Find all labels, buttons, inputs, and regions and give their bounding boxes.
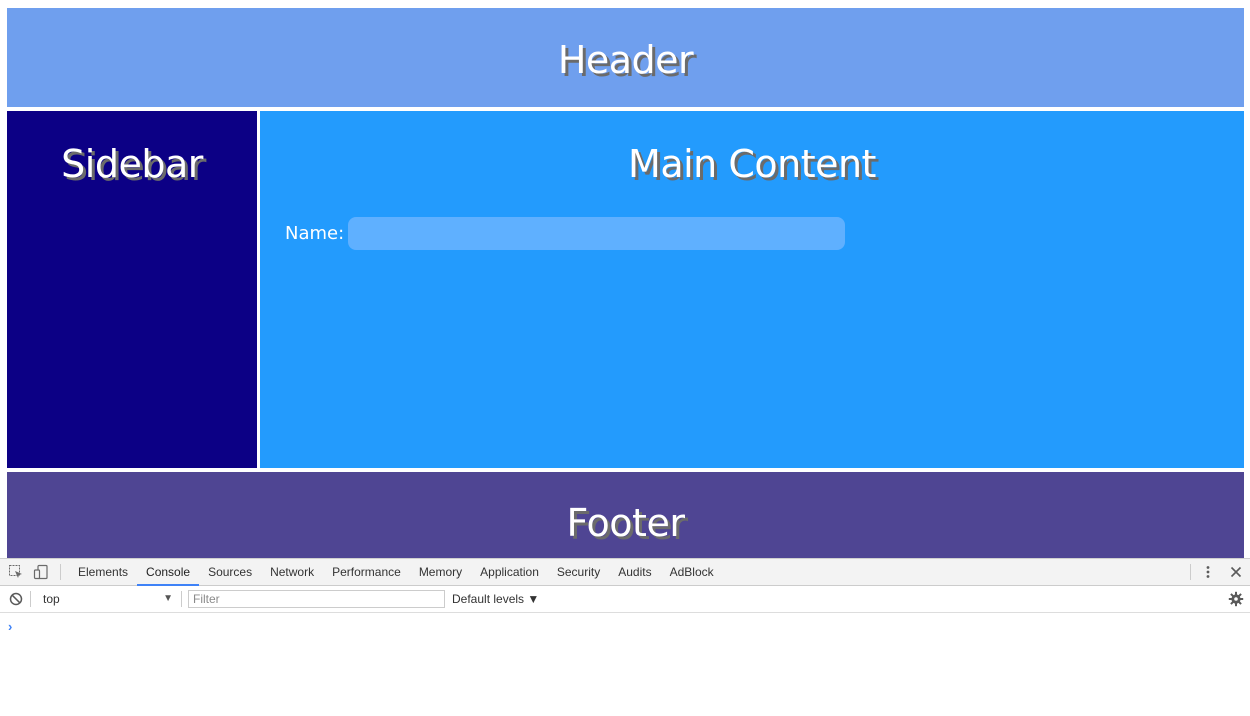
devtools-tabbar: Elements Console Sources Network Performance… (0, 559, 1250, 586)
tab-sources[interactable]: Sources (199, 559, 261, 586)
page-viewport: Header Sidebar Main Content Name: Footer (0, 0, 1250, 558)
tab-adblock[interactable]: AdBlock (661, 559, 723, 586)
tabbar-divider-right (1190, 564, 1191, 580)
tabbar-divider (60, 564, 61, 580)
tab-memory[interactable]: Memory (410, 559, 471, 586)
main-content-title: Main Content (628, 142, 876, 186)
tab-application[interactable]: Application (471, 559, 548, 586)
context-selector-value: top (43, 592, 60, 606)
header-title: Header (557, 38, 694, 82)
log-levels-dropdown[interactable]: Default levels ▼ (452, 590, 539, 608)
name-input[interactable] (348, 217, 846, 250)
toolbar-divider (30, 591, 31, 607)
devtools-tabs: Elements Console Sources Network Performance… (69, 559, 723, 586)
tab-console[interactable]: Console (137, 559, 200, 586)
tab-performance[interactable]: Performance (323, 559, 410, 586)
page: Header Sidebar Main Content Name: Footer (0, 0, 1250, 716)
context-selector[interactable]: top ▼ (35, 590, 177, 608)
sidebar-title: Sidebar (61, 142, 203, 186)
main-content-section: Main Content Name: (260, 111, 1244, 468)
tab-security[interactable]: Security (548, 559, 609, 586)
name-label: Name: (285, 223, 345, 244)
clear-console-icon[interactable] (8, 591, 24, 607)
name-field-row: Name: (285, 217, 846, 250)
tab-audits[interactable]: Audits (609, 559, 660, 586)
footer-title: Footer (566, 501, 685, 545)
close-icon[interactable] (1228, 564, 1244, 580)
device-toolbar-icon[interactable] (33, 564, 49, 580)
console-prompt-icon[interactable]: › (8, 619, 12, 634)
console-toolbar: top ▼ Default levels ▼ (0, 586, 1250, 613)
console-filter-input[interactable] (188, 590, 445, 608)
header-section: Header (7, 8, 1244, 107)
dropdown-arrow-icon: ▼ (163, 593, 173, 604)
more-options-icon[interactable] (1200, 564, 1216, 580)
toolbar-divider-2 (181, 591, 182, 607)
inspect-element-icon[interactable] (8, 564, 24, 580)
sidebar-section: Sidebar (7, 111, 257, 468)
tab-elements[interactable]: Elements (69, 559, 137, 586)
devtools-panel: Elements Console Sources Network Performance… (0, 558, 1250, 716)
tab-network[interactable]: Network (261, 559, 323, 586)
footer-section: Footer (7, 472, 1244, 558)
settings-gear-icon[interactable] (1228, 591, 1244, 607)
